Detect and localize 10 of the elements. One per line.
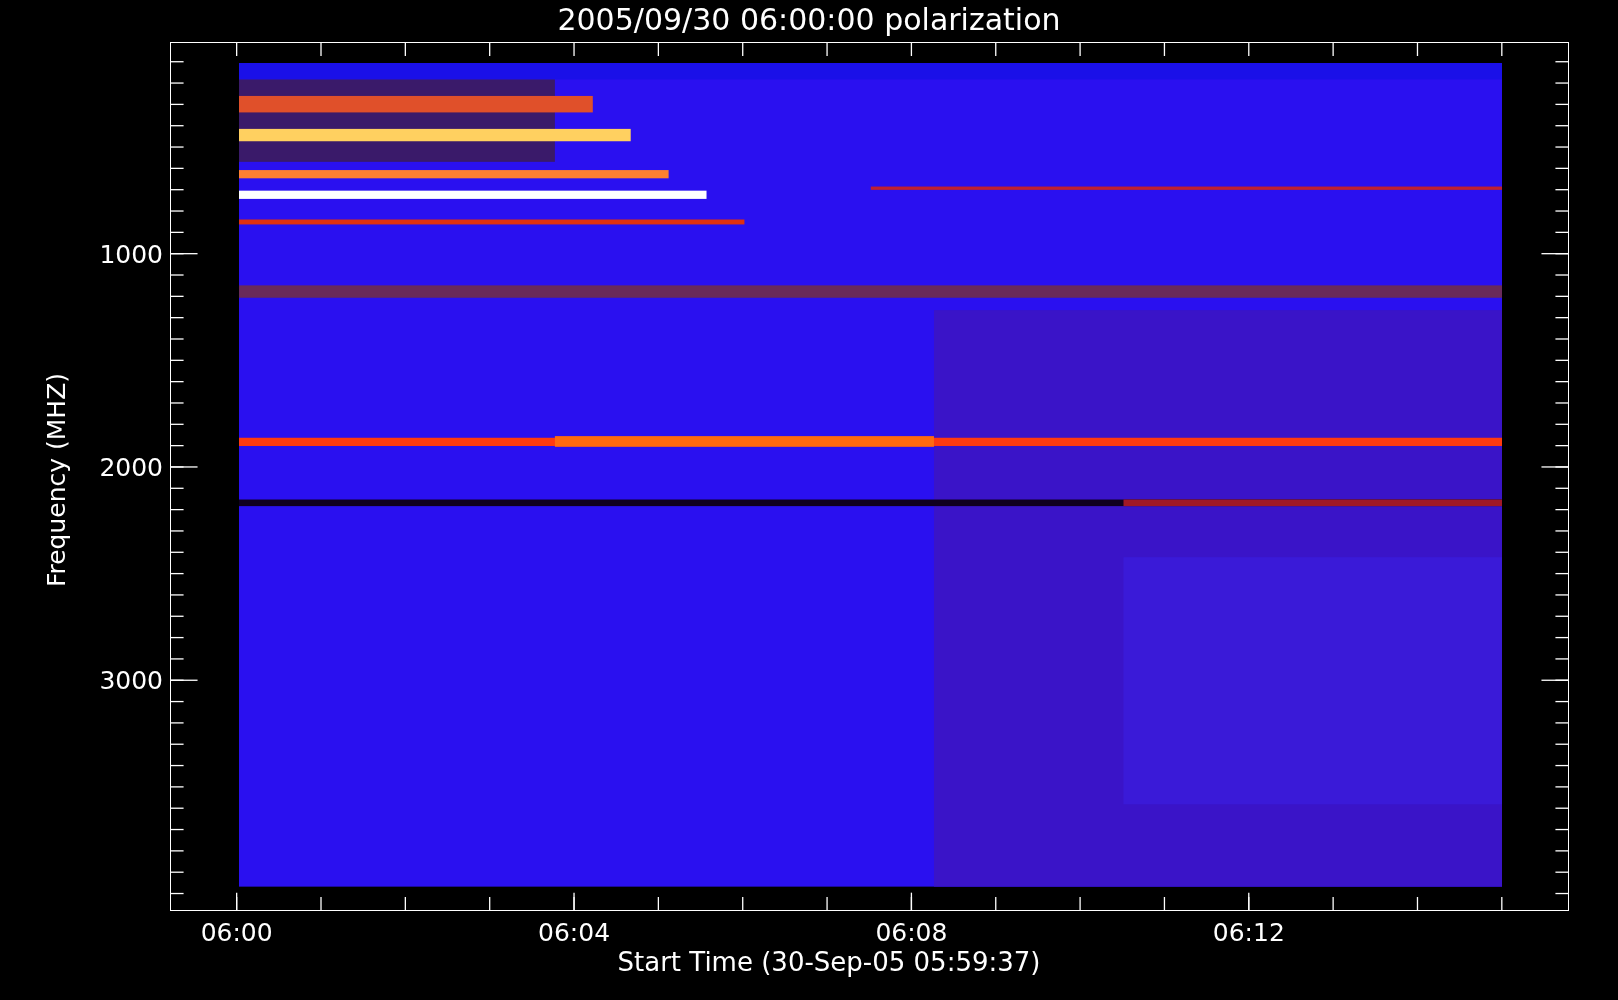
y-tick-label: 2000	[99, 452, 163, 482]
x-tick-label: 06:04	[538, 918, 611, 947]
x-tick-label: 06:12	[1212, 918, 1285, 947]
y-tick-label: 3000	[99, 665, 163, 695]
y-axis-label: Frequency (MHZ)	[41, 372, 71, 588]
x-axis-label: Start Time (30-Sep-05 05:59:37)	[616, 947, 1042, 977]
y-tick-label: 1000	[99, 239, 163, 269]
x-tick-label: 06:08	[875, 918, 948, 947]
chart-title: 2005/09/30 06:00:00 polarization	[556, 1, 1062, 39]
x-tick-label: 06:00	[200, 918, 273, 947]
